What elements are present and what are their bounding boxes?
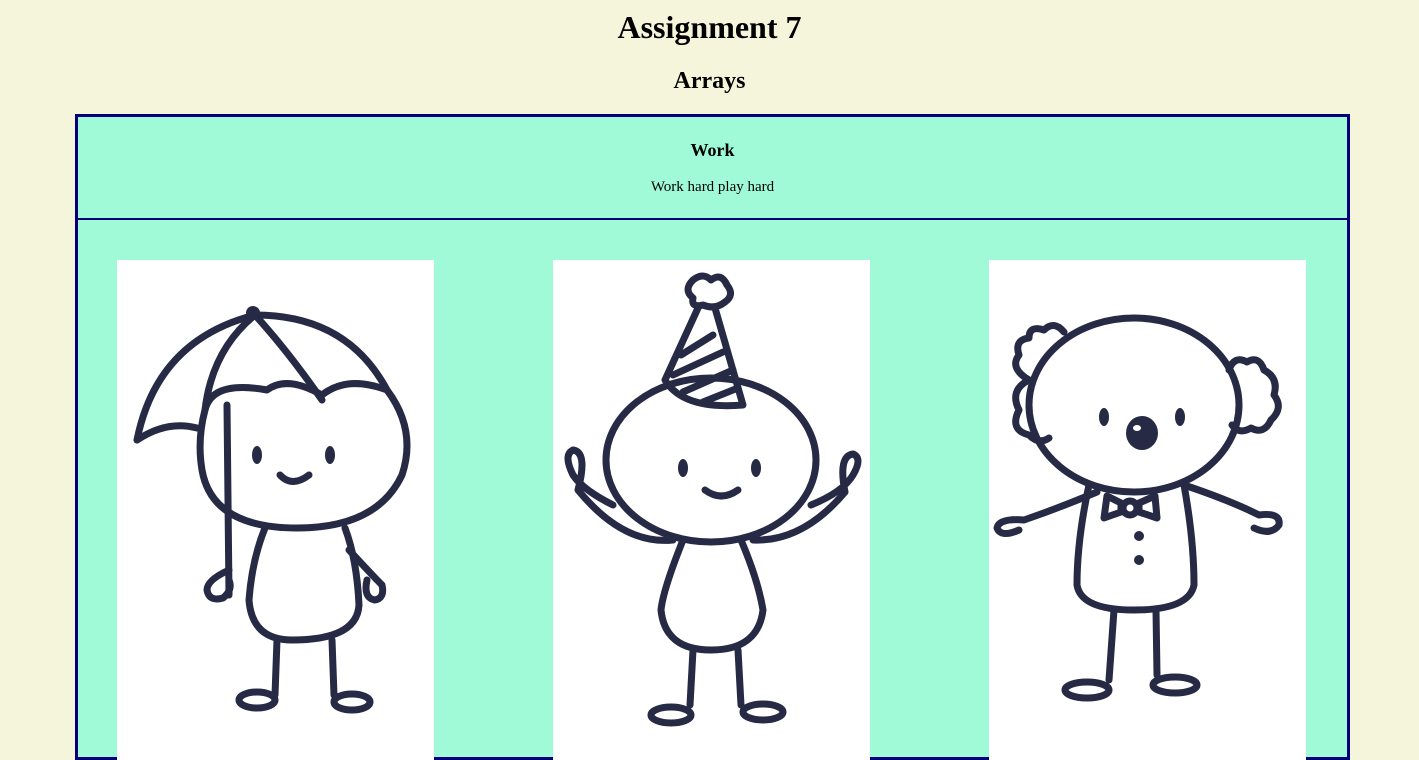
header-text: Work hard play hard	[650, 179, 775, 195]
stick-figure-umbrella-icon	[133, 306, 411, 714]
main-container: Work Work hard play hard	[75, 114, 1350, 760]
page-subtitle: Arrays	[673, 68, 746, 94]
image-card-party-hat	[553, 260, 870, 760]
image-card-clown	[989, 260, 1306, 760]
stick-figure-party-hat-icon	[564, 272, 862, 727]
image-card-umbrella	[117, 260, 434, 760]
stick-figure-clown-icon	[993, 314, 1283, 702]
header-title: Work	[690, 140, 735, 160]
page-title: Assignment 7	[617, 9, 802, 45]
header-box: Work Work hard play hard	[78, 117, 1347, 220]
